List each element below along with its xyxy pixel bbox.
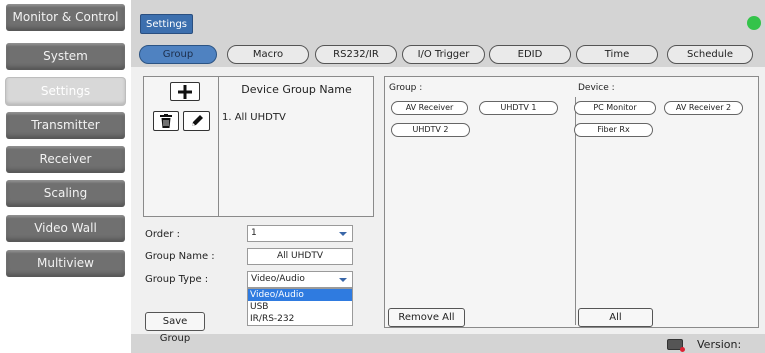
group-device-panel: Group : Device : AV Receiver UHDTV 1 UHD… (384, 76, 759, 328)
edit-group-button[interactable] (183, 111, 210, 131)
sidebar: Monitor & Control System Settings Transm… (0, 0, 131, 353)
save-group-button[interactable]: Save Group (145, 312, 205, 344)
group-type-value: Video/Audio (251, 274, 305, 284)
add-all-button[interactable]: All (578, 308, 653, 327)
group-type-label: Group Type : (145, 274, 209, 285)
trash-icon (160, 114, 172, 128)
group-type-select[interactable]: Video/Audio (247, 271, 353, 288)
tab-io-trigger[interactable]: I/O Trigger (402, 45, 485, 64)
chevron-down-icon (339, 278, 347, 282)
status-indicator (747, 16, 761, 30)
sidebar-item-system[interactable]: System (6, 43, 125, 70)
list-item[interactable]: 1. All UHDTV (222, 112, 286, 123)
group-name-label: Group Name : (145, 251, 215, 262)
tab-macro[interactable]: Macro (227, 45, 309, 64)
option-video-audio[interactable]: Video/Audio (248, 289, 352, 301)
group-panel-title: Group : (389, 83, 423, 93)
device-group-list: Device Group Name 1. All UHDTV (143, 76, 374, 217)
device-chip[interactable]: AV Receiver 2 (664, 101, 743, 115)
tab-time[interactable]: Time (576, 45, 658, 64)
device-panel-title: Device : (578, 83, 615, 93)
group-type-options: Video/Audio USB IR/RS-232 (247, 288, 353, 326)
main-panel: Settings Group Macro RS232/IR I/O Trigge… (131, 0, 765, 353)
delete-group-button[interactable] (153, 111, 179, 131)
group-settings-content: Device Group Name 1. All UHDTV Order : 1… (131, 67, 765, 344)
option-usb[interactable]: USB (248, 301, 352, 313)
keyboard-icon[interactable] (667, 339, 685, 352)
sidebar-item-settings[interactable]: Settings (6, 78, 125, 105)
add-group-button[interactable] (170, 82, 200, 101)
sidebar-item-transmitter[interactable]: Transmitter (6, 112, 125, 139)
page-title: Settings (140, 14, 194, 34)
chevron-down-icon (339, 232, 347, 236)
order-select[interactable]: 1 (247, 225, 353, 242)
order-value: 1 (251, 228, 257, 238)
sidebar-item-scaling[interactable]: Scaling (6, 180, 125, 207)
device-chip[interactable]: Fiber Rx (574, 123, 653, 137)
order-label: Order : (145, 229, 180, 240)
sidebar-item-multiview[interactable]: Multiview (6, 250, 125, 277)
group-chip[interactable]: UHDTV 1 (479, 101, 558, 115)
device-chip[interactable]: PC Monitor (574, 101, 656, 115)
group-chip[interactable]: UHDTV 2 (391, 123, 470, 137)
group-chip[interactable]: AV Receiver (391, 101, 468, 115)
tab-edid[interactable]: EDID (489, 45, 571, 64)
device-group-name-header: Device Group Name (241, 83, 352, 96)
tab-schedule[interactable]: Schedule (667, 45, 753, 64)
pencil-icon (191, 115, 203, 126)
version-label: Version: (697, 338, 742, 351)
divider (218, 77, 219, 216)
tab-group[interactable]: Group (139, 45, 217, 64)
app-root: Monitor & Control System Settings Transm… (0, 0, 765, 353)
option-ir-rs232[interactable]: IR/RS-232 (248, 313, 352, 325)
sidebar-item-video-wall[interactable]: Video Wall (6, 215, 125, 242)
sidebar-item-receiver[interactable]: Receiver (6, 146, 125, 173)
group-name-field[interactable]: All UHDTV (247, 248, 353, 265)
tab-rs232-ir[interactable]: RS232/IR (315, 45, 397, 64)
remove-all-button[interactable]: Remove All (388, 308, 465, 327)
plus-icon (178, 84, 192, 99)
sidebar-item-monitor-control[interactable]: Monitor & Control (6, 4, 125, 31)
